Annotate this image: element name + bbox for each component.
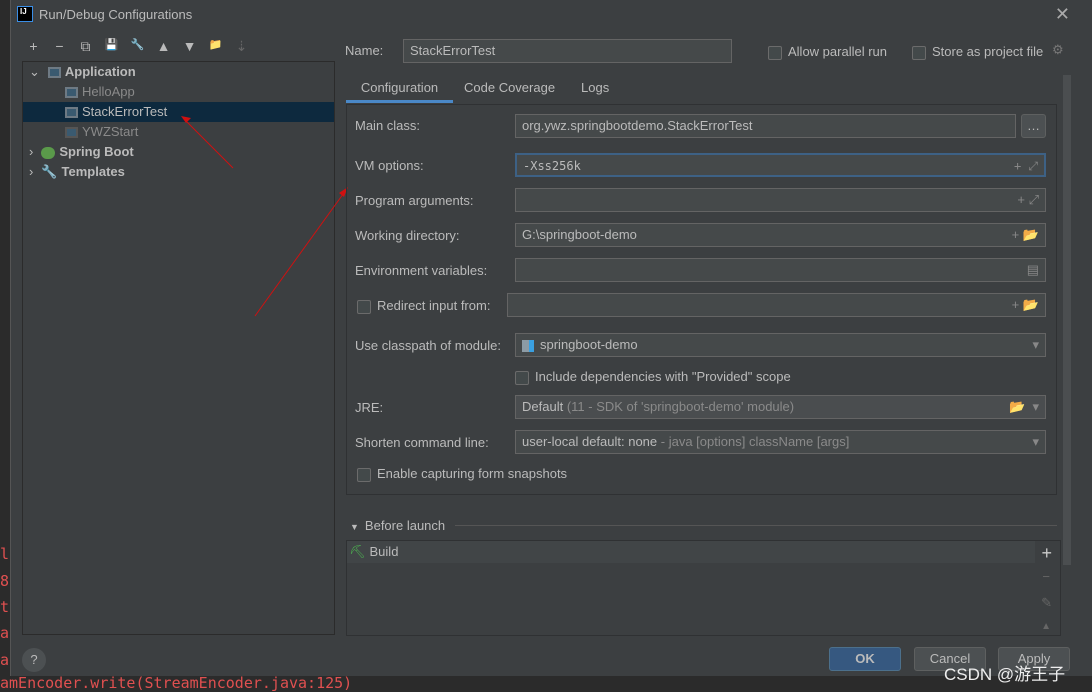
tab-logs[interactable]: Logs — [581, 75, 609, 101]
move-up-icon[interactable]: ▲ — [1041, 621, 1051, 632]
checkbox-label: Redirect input from: — [377, 298, 491, 313]
shorten-hint: - java [options] className [args] — [660, 434, 850, 449]
before-launch-list: ⛏ Build + − ✎ ▲ — [346, 540, 1061, 636]
bg-code: a — [0, 624, 10, 642]
working-dir-label: Working directory: — [355, 228, 460, 243]
folder-icon[interactable]: + 📂 — [1012, 224, 1039, 246]
main-class-input[interactable]: org.ywz.springbootdemo.StackErrorTest — [515, 114, 1016, 138]
bg-code: a — [0, 651, 10, 669]
snapshots-checkbox[interactable]: Enable capturing form snapshots — [357, 466, 567, 482]
module-select[interactable]: springboot-demo ▾ — [515, 333, 1046, 357]
name-input[interactable]: StackErrorTest — [403, 39, 732, 63]
bg-code: l — [0, 545, 10, 563]
tab-configuration[interactable]: Configuration — [346, 75, 453, 103]
watermark: CSDN @游王子 — [944, 665, 1066, 684]
remove-icon[interactable]: − — [1042, 569, 1050, 584]
program-args-input[interactable]: + ⤢ — [515, 188, 1046, 212]
hammer-icon: ⛏ — [349, 544, 366, 559]
working-dir-input[interactable]: G:\springboot-demo + 📂 — [515, 223, 1046, 247]
item-label: Build — [369, 544, 399, 559]
chevron-down-icon[interactable]: 📂 ▾ — [1009, 396, 1039, 418]
include-deps-checkbox[interactable]: Include dependencies with "Provided" sco… — [515, 369, 791, 385]
folder-icon[interactable]: + 📂 — [1012, 294, 1039, 316]
chevron-down-icon: ▾ — [1032, 337, 1039, 352]
program-args-label: Program arguments: — [355, 193, 474, 208]
store-project-checkbox[interactable]: Store as project file — [912, 44, 1043, 60]
before-launch-toggle[interactable]: ▼ Before launch — [350, 518, 445, 533]
name-label: Name: — [345, 43, 384, 58]
jre-label: JRE: — [355, 400, 384, 415]
checkbox-label: Enable capturing form snapshots — [377, 466, 568, 481]
allow-parallel-checkbox[interactable]: Allow parallel run — [768, 44, 887, 60]
redirect-input-field[interactable]: + 📂 — [507, 293, 1046, 317]
annotation-arrows — [181, 116, 348, 317]
before-launch-title: Before launch — [364, 518, 446, 533]
edit-icon[interactable]: ✎ — [1041, 595, 1052, 611]
chevron-down-icon: ▾ — [1032, 434, 1039, 449]
add-icon[interactable]: + — [1041, 543, 1052, 564]
jre-value: Default — [522, 399, 564, 414]
vm-options-input[interactable]: -Xss256k + ⤢ — [515, 153, 1046, 177]
checkbox-label: Include dependencies with "Provided" sco… — [535, 369, 791, 384]
module-label: Use classpath of module: — [355, 338, 501, 353]
list-icon[interactable]: ▤ — [1027, 259, 1039, 281]
expand-icon[interactable]: + ⤢ — [1014, 155, 1038, 177]
ok-button[interactable]: OK — [829, 647, 901, 671]
shorten-label: Shorten command line: — [355, 435, 489, 450]
wd-value: G:\springboot-demo — [522, 227, 637, 242]
shorten-value: user-local default: none — [522, 434, 658, 449]
redirect-input-checkbox[interactable]: Redirect input from: — [357, 298, 490, 314]
list-item[interactable]: ⛏ Build — [347, 541, 1035, 563]
vm-options-label: VM options: — [355, 158, 424, 173]
scrollbar[interactable] — [1063, 75, 1071, 565]
bg-code: 8 — [0, 572, 10, 590]
tab-code-coverage[interactable]: Code Coverage — [464, 75, 555, 101]
close-icon[interactable]: ✕ — [1055, 4, 1070, 25]
gear-icon[interactable]: ⚙ — [1052, 42, 1064, 58]
divider — [455, 525, 1057, 526]
env-vars-input[interactable]: ▤ — [515, 258, 1046, 282]
bg-code: amEncoder.write(StreamEncoder.java:125) — [0, 674, 353, 692]
browse-button[interactable]: … — [1021, 114, 1046, 138]
help-button[interactable]: ? — [22, 648, 46, 672]
expand-icon[interactable]: + ⤢ — [1017, 189, 1039, 211]
main-class-label: Main class: — [355, 118, 421, 133]
module-icon — [522, 339, 534, 352]
checkbox-label: Allow parallel run — [788, 44, 887, 59]
env-vars-label: Environment variables: — [355, 263, 488, 278]
checkbox-label: Store as project file — [932, 44, 1044, 59]
bg-code: t — [0, 598, 10, 616]
jre-hint: (11 - SDK of 'springboot-demo' module) — [566, 399, 795, 414]
jre-select[interactable]: Default (11 - SDK of 'springboot-demo' m… — [515, 395, 1046, 419]
vm-value: -Xss256k — [523, 159, 581, 173]
shorten-select[interactable]: user-local default: none - java [options… — [515, 430, 1046, 454]
module-value: springboot-demo — [540, 337, 638, 352]
